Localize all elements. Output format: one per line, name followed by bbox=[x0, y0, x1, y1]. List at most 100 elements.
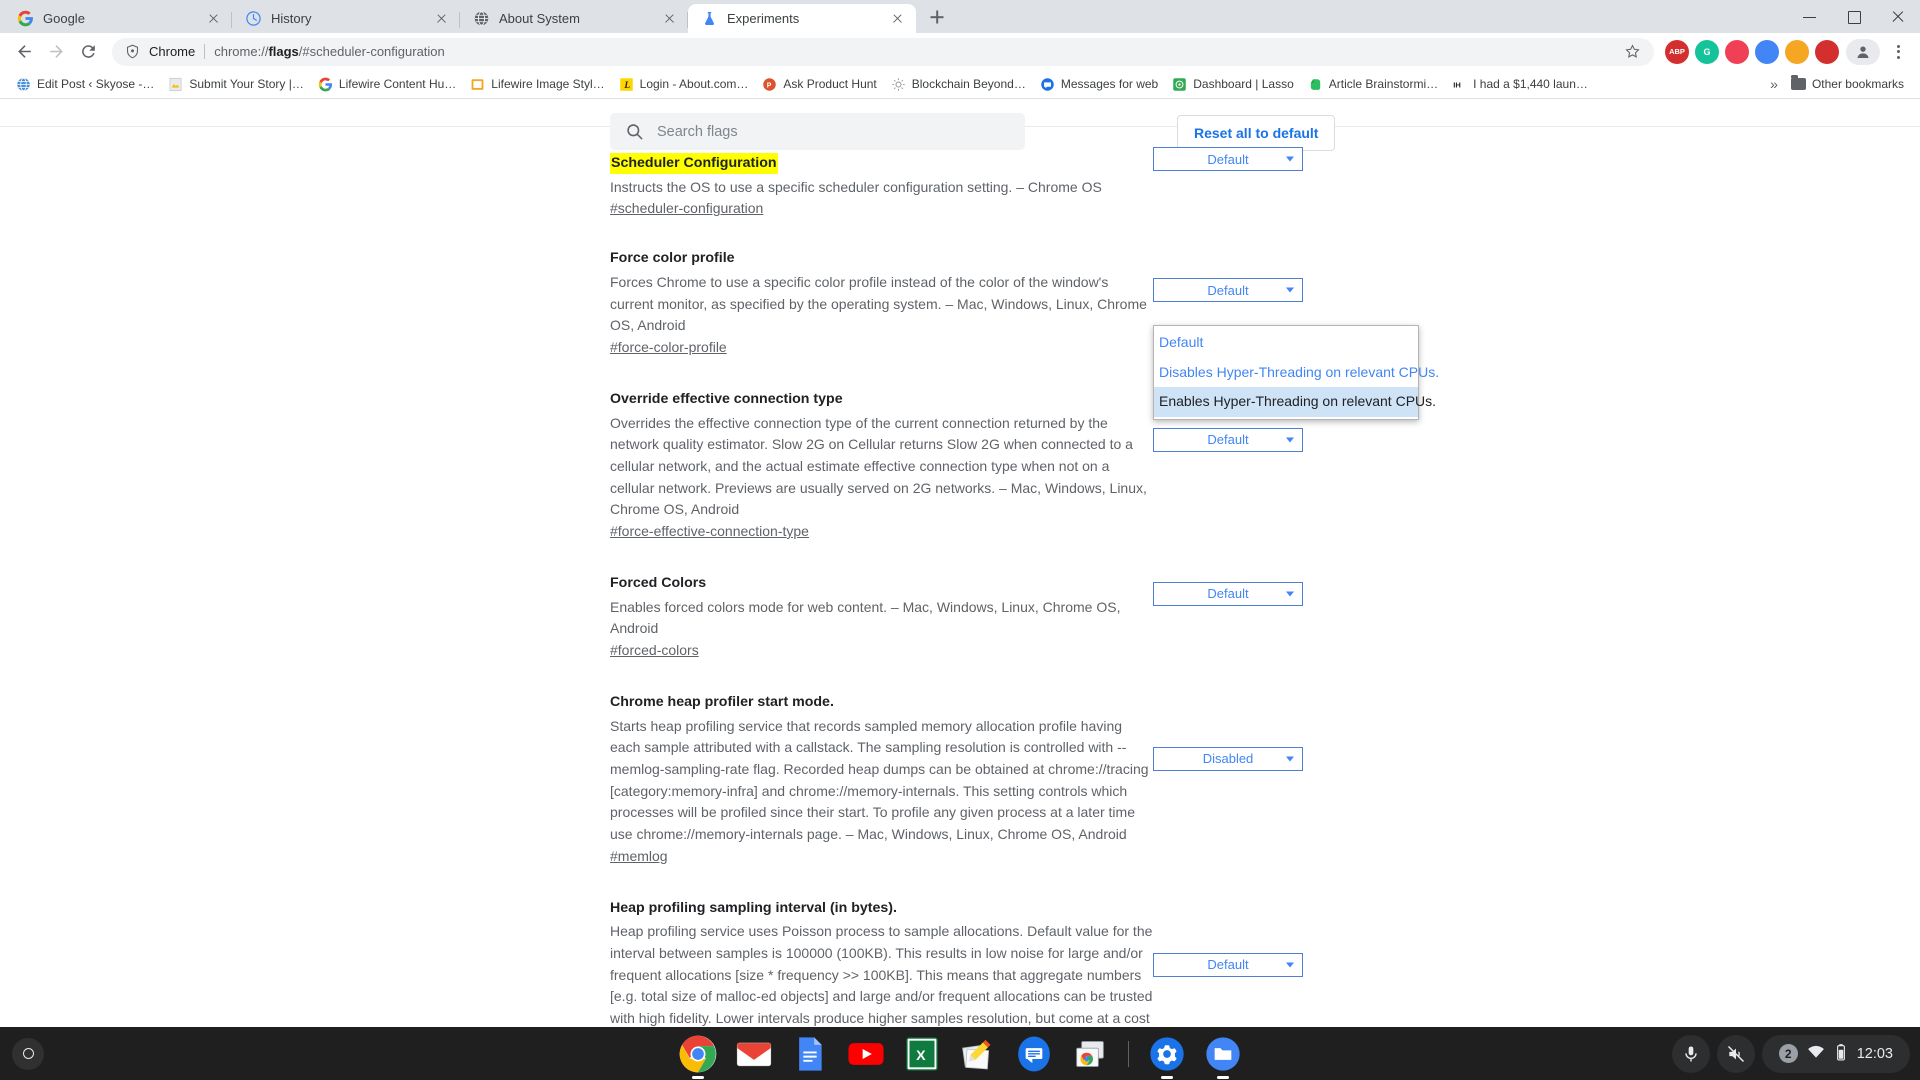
bookmark-item[interactable]: Dashboard | Lasso bbox=[1165, 74, 1301, 95]
flag-description: Starts heap profiling service that recor… bbox=[610, 717, 1149, 842]
reload-icon[interactable] bbox=[73, 37, 103, 67]
gear-icon bbox=[891, 77, 906, 92]
launcher-icon[interactable] bbox=[12, 1037, 44, 1070]
scheduler-configuration-dropdown-menu[interactable]: Default Disables Hyper-Threading on rele… bbox=[1153, 325, 1439, 420]
bookmark-item[interactable]: Submit Your Story |… bbox=[161, 74, 311, 95]
flag-select-override-effective-connection-type[interactable]: Default bbox=[1153, 427, 1303, 452]
bookmark-item[interactable]: Messages for web bbox=[1033, 74, 1165, 95]
app-running-indicator bbox=[691, 1076, 704, 1079]
bookmark-item[interactable]: P Ask Product Hunt bbox=[755, 74, 883, 95]
files-app-icon[interactable] bbox=[1203, 1034, 1243, 1079]
dropdown-option-default[interactable]: Default bbox=[1154, 328, 1418, 358]
bookmark-item[interactable]: Lifewire Content Hu… bbox=[311, 74, 463, 95]
minimize-icon[interactable] bbox=[1788, 0, 1832, 33]
flag-control: Default bbox=[1153, 581, 1303, 606]
flag-permalink[interactable]: #force-effective-connection-type bbox=[610, 523, 809, 539]
pocket-extension-icon[interactable] bbox=[1725, 39, 1749, 64]
browser-tab-about-system[interactable]: About System bbox=[460, 4, 688, 33]
flag-permalink[interactable]: #forced-colors bbox=[610, 642, 699, 658]
bookmark-item[interactable]: Blockchain Beyond… bbox=[884, 74, 1033, 95]
flag-select-force-color-profile[interactable]: Default bbox=[1153, 278, 1303, 303]
chrome-menu-icon[interactable] bbox=[1885, 37, 1911, 67]
colorzilla-extension-icon[interactable] bbox=[1755, 39, 1779, 64]
flag-control: Default bbox=[1153, 952, 1303, 977]
microphone-icon[interactable] bbox=[1671, 1034, 1710, 1073]
chevron-down-icon bbox=[1286, 756, 1294, 762]
bookmarks-overflow-icon[interactable]: » bbox=[1764, 73, 1784, 95]
flag-select-value: Default bbox=[1207, 957, 1249, 973]
lastpass-extension-icon[interactable] bbox=[1815, 39, 1839, 64]
notification-count-badge: 2 bbox=[1778, 1044, 1798, 1063]
flag-permalink[interactable]: #force-color-profile bbox=[610, 339, 727, 355]
back-icon[interactable] bbox=[9, 37, 39, 67]
flag-title: Scheduler Configuration bbox=[610, 153, 778, 174]
flag-description: Forces Chrome to use a specific color pr… bbox=[610, 273, 1147, 334]
flag-select-scheduler-configuration[interactable]: Default bbox=[1153, 147, 1303, 171]
forward-icon[interactable] bbox=[41, 37, 71, 67]
status-area[interactable]: 2 12:03 bbox=[1761, 1034, 1910, 1073]
close-icon[interactable] bbox=[889, 10, 906, 27]
dropdown-option-enables-hyperthreading[interactable]: Enables Hyper-Threading on relevant CPUs… bbox=[1154, 387, 1436, 417]
omnibox-chip: Chrome bbox=[149, 44, 196, 59]
flag-select-memlog[interactable]: Disabled bbox=[1153, 746, 1303, 771]
browser-tab-history[interactable]: History bbox=[232, 4, 460, 33]
tab-strip: Google History About System Experiments bbox=[0, 0, 1920, 33]
honey-extension-icon[interactable] bbox=[1785, 39, 1809, 64]
grammarly-extension-icon[interactable]: G bbox=[1695, 39, 1719, 64]
sheets-app-icon[interactable]: X bbox=[902, 1034, 942, 1074]
volume-muted-icon[interactable] bbox=[1716, 1034, 1755, 1073]
browser-tab-experiments[interactable]: Experiments bbox=[688, 4, 916, 33]
bookmark-item[interactable]: L Login - About.com… bbox=[612, 74, 756, 95]
lasso-icon bbox=[1172, 77, 1187, 92]
new-tab-button[interactable] bbox=[922, 2, 952, 32]
browser-tab-google[interactable]: Google bbox=[4, 4, 232, 33]
maximize-icon[interactable] bbox=[1832, 0, 1876, 33]
gmail-app-icon[interactable] bbox=[734, 1034, 774, 1074]
bookmark-star-icon[interactable] bbox=[1624, 43, 1641, 60]
address-bar[interactable]: Chrome chrome://flags/#scheduler-configu… bbox=[112, 37, 1654, 66]
folder-icon bbox=[1790, 75, 1806, 90]
close-icon[interactable] bbox=[205, 10, 222, 27]
globe-icon bbox=[16, 77, 31, 92]
messages-icon bbox=[1040, 77, 1055, 92]
other-bookmarks-label: Other bookmarks bbox=[1811, 77, 1904, 91]
bookmark-item[interactable]: Lifewire Image Styl… bbox=[463, 74, 611, 95]
bookmark-label: Article Brainstormi… bbox=[1328, 77, 1439, 91]
close-icon[interactable] bbox=[661, 10, 678, 27]
abp-extension-icon[interactable]: ABP bbox=[1665, 39, 1689, 64]
system-tray: 2 12:03 bbox=[1671, 1034, 1910, 1073]
chrome-app-icon[interactable] bbox=[678, 1034, 718, 1079]
flag-control: Disabled bbox=[1153, 746, 1303, 771]
flag-select-memlog-sampling-rate[interactable]: Default bbox=[1153, 952, 1303, 977]
bookmark-label: I had a $1,440 laun… bbox=[1473, 77, 1588, 91]
bookmark-label: Submit Your Story |… bbox=[189, 77, 304, 91]
close-icon[interactable] bbox=[433, 10, 450, 27]
close-window-icon[interactable] bbox=[1876, 0, 1920, 33]
other-bookmarks-folder[interactable]: Other bookmarks bbox=[1784, 74, 1911, 94]
keep-app-icon[interactable] bbox=[958, 1034, 998, 1074]
profile-avatar[interactable] bbox=[1846, 38, 1880, 65]
docs-app-icon[interactable] bbox=[790, 1034, 830, 1074]
flag-permalink[interactable]: #memlog bbox=[610, 848, 668, 864]
bookmark-label: Lifewire Content Hu… bbox=[338, 77, 457, 91]
settings-app-icon[interactable] bbox=[1147, 1034, 1187, 1079]
bookmark-label: Dashboard | Lasso bbox=[1193, 77, 1294, 91]
google-icon bbox=[17, 10, 34, 27]
flag-permalink[interactable]: #scheduler-configuration bbox=[610, 200, 763, 216]
bookmark-item[interactable]: Article Brainstormi… bbox=[1301, 74, 1445, 95]
bookmark-item[interactable]: Edit Post ‹ Skyose -… bbox=[9, 74, 161, 95]
messages-app-icon[interactable] bbox=[1014, 1034, 1054, 1074]
window-controls bbox=[1788, 0, 1920, 33]
flag-entry-override-effective-connection-type: Override effective connection type Overr… bbox=[0, 389, 1920, 541]
dropdown-option-disables-hyperthreading[interactable]: Disables Hyper-Threading on relevant CPU… bbox=[1154, 358, 1439, 388]
flag-select-forced-colors[interactable]: Default bbox=[1153, 581, 1303, 606]
youtube-app-icon[interactable] bbox=[846, 1034, 886, 1074]
bookmark-label: Messages for web bbox=[1060, 77, 1159, 91]
bookmark-item[interactable]: IH I had a $1,440 laun… bbox=[1445, 74, 1595, 95]
bookmark-label: Lifewire Image Styl… bbox=[491, 77, 605, 91]
l-icon: L bbox=[619, 77, 634, 92]
bookmark-label: Edit Post ‹ Skyose -… bbox=[37, 77, 155, 91]
flag-entry-scheduler-configuration: Scheduler Configuration Instructs the OS… bbox=[0, 147, 1920, 218]
chrome-windows-app-icon[interactable] bbox=[1070, 1034, 1110, 1074]
chromeos-shelf: X 2 12:03 bbox=[0, 1027, 1920, 1080]
